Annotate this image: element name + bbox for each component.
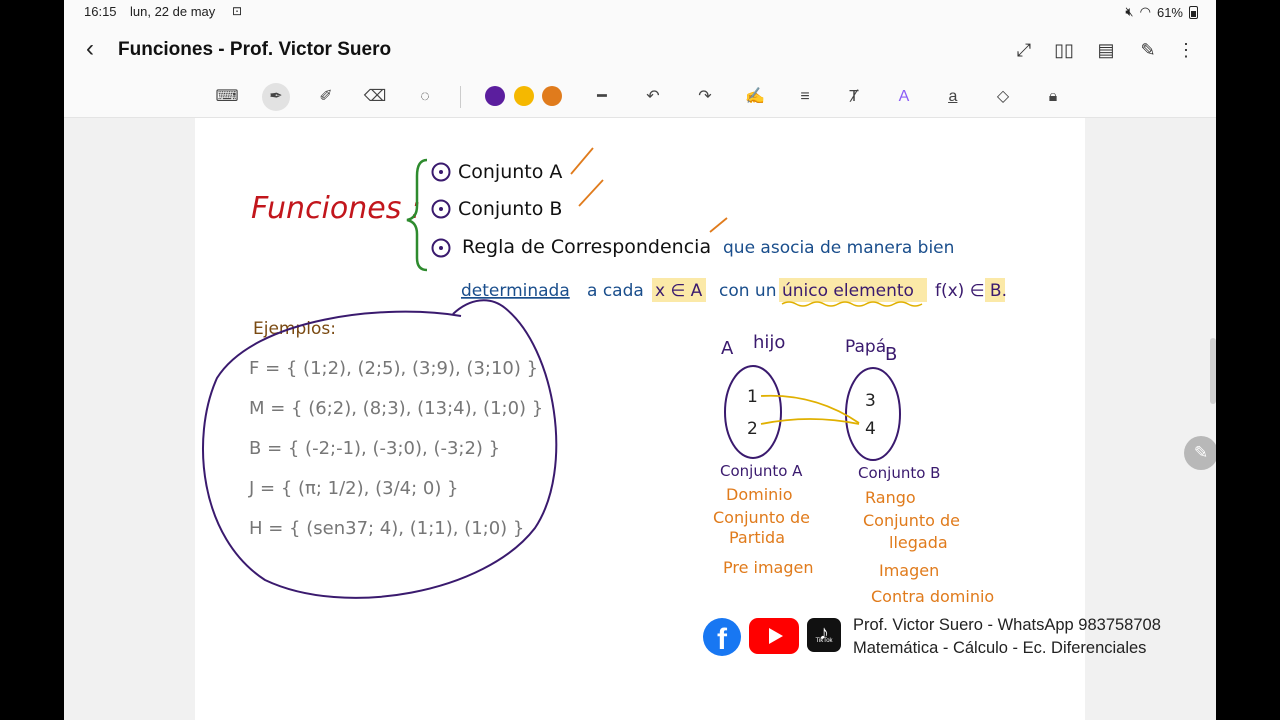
expand-icon[interactable]: ⤢ <box>1012 38 1036 62</box>
text-align-icon[interactable]: ≡ <box>791 83 819 111</box>
check-mark-3 <box>709 217 728 233</box>
more-options-icon[interactable]: ⋮ <box>1174 38 1198 62</box>
example-m: M = { (6;2), (8;3), (13;4), (1;0) } <box>249 398 543 419</box>
set-a-term-pre-imagen: Pre imagen <box>723 558 814 577</box>
set-a-term-conjunto-de: Conjunto de <box>713 508 810 527</box>
mute-icon: 🔇︎ <box>1125 4 1134 19</box>
pen-color-yellow[interactable] <box>514 86 534 106</box>
stroke-width-icon[interactable]: ━ <box>588 83 616 111</box>
footer-line-1: Prof. Victor Suero - WhatsApp 983758708 <box>853 616 1161 634</box>
definition-fx-in-b: f(x) ∈ B. <box>935 281 1007 301</box>
set-b-letter: B <box>885 344 897 365</box>
text-style-icon[interactable]: A <box>890 83 918 111</box>
set-a-letter: A <box>721 338 734 359</box>
arrow-2-to-4 <box>760 418 860 425</box>
set-b-term-contra-dominio: Contra dominio <box>871 587 994 606</box>
eraser-icon[interactable]: ⌫ <box>361 83 389 111</box>
set-a-term-partida: Partida <box>729 528 785 547</box>
video-letterbox-right <box>1216 0 1280 720</box>
definition-line-1: que asocia de manera bien <box>723 238 954 258</box>
bullet-dot-1 <box>439 170 443 174</box>
status-bar: 16:15 lun, 22 de may ⊡ 🔇︎ ◠ 61% <box>64 0 1216 24</box>
definition-con-un: con un <box>719 281 776 301</box>
battery-level: 61% <box>1156 4 1183 20</box>
definition-determinada: determinada <box>461 281 570 301</box>
attach-icon[interactable]: ✎ <box>1136 38 1160 62</box>
edit-pen-icon[interactable]: ✎ <box>1184 436 1216 470</box>
undo-icon[interactable]: ↶ <box>639 83 667 111</box>
set-a-tag: hijo <box>753 332 785 353</box>
check-mark-2 <box>578 179 604 207</box>
pen-color-orange[interactable] <box>542 86 562 106</box>
set-a-element-1: 1 <box>747 387 758 407</box>
title-bar: ‹ Funciones - Prof. Victor Suero ⤢ ▯▯ ▤ … <box>64 24 1216 76</box>
heading-funciones: Funciones : <box>251 191 421 226</box>
definition-unico-elemento: único elemento <box>782 281 914 301</box>
text-format-icon[interactable]: a̲ <box>939 83 967 111</box>
component-list: Conjunto A Conjunto B Regla de Correspon… <box>431 161 711 258</box>
examples-title: Ejemplos: <box>253 319 336 339</box>
pen-settings-icon[interactable]: ✍ <box>741 83 769 111</box>
handwriting-to-text-icon[interactable]: Ⱦ <box>840 83 868 111</box>
component-conjunto-b: Conjunto B <box>458 198 562 220</box>
page-layout-icon[interactable]: ▤ <box>1094 38 1118 62</box>
book-view-icon[interactable]: ▯▯ <box>1052 38 1076 62</box>
set-b-term-conjunto-de: Conjunto de <box>863 511 960 530</box>
check-mark-1 <box>570 147 594 175</box>
definition-line-2: determinada a cada x ∈ A con un único el… <box>461 278 1007 307</box>
status-date: lun, 22 de may <box>130 4 216 19</box>
bullet-dot-3 <box>439 246 443 250</box>
set-a-element-2: 2 <box>747 419 758 439</box>
redo-icon[interactable]: ↷ <box>691 83 719 111</box>
lasso-select-icon[interactable]: ◌ <box>411 83 439 111</box>
battery-icon <box>1189 5 1198 19</box>
set-a-term-dominio: Dominio <box>726 485 793 504</box>
side-panel-handle[interactable] <box>1210 338 1216 404</box>
toolbar-separator <box>460 86 461 108</box>
set-b-tag: Papá <box>845 337 886 357</box>
set-b-ellipse <box>845 367 901 461</box>
set-a-name: Conjunto A <box>720 462 803 480</box>
footer-line-2: Matemática - Cálculo - Ec. Diferenciales <box>853 639 1147 657</box>
bullet-dot-2 <box>439 207 443 211</box>
mapping-diagram: A hijo Papá B 1 2 3 4 Conjunto A Dominio… <box>713 332 994 606</box>
tiktok-label: TikTok <box>815 638 833 644</box>
example-b: B = { (-2;-1), (-3;0), (-3;2) } <box>249 438 500 459</box>
tiktok-icon: ♪ TikTok <box>807 618 841 652</box>
drawing-toolbar: ⌨ ✒ ✐ ⌫ ◌ ━ ↶ ↷ ✍ ≡ Ⱦ A a̲ ◇ 🔒︎ <box>64 76 1216 118</box>
pen-tool-icon[interactable]: ✒ <box>262 83 290 111</box>
read-only-lock-icon[interactable]: 🔒︎ <box>1039 83 1067 111</box>
definition-a-cada: a cada <box>587 281 644 301</box>
youtube-icon <box>749 618 799 654</box>
definition-x-in-a: x ∈ A <box>655 281 703 301</box>
note-title: Funciones - Prof. Victor Suero <box>118 39 392 60</box>
set-b-term-llegada: llegada <box>889 533 948 552</box>
pen-color-purple[interactable] <box>485 86 505 106</box>
example-h: H = { (sen37; 4), (1;1), (1;0) } <box>249 518 524 539</box>
set-b-element-3: 3 <box>865 391 876 411</box>
back-arrow-icon[interactable]: ‹ <box>86 36 94 62</box>
video-letterbox-left <box>0 0 64 720</box>
tablet-screen: 16:15 lun, 22 de may ⊡ 🔇︎ ◠ 61% ‹ Funcio… <box>64 0 1216 720</box>
wavy-underline <box>781 301 923 307</box>
highlighter-icon[interactable]: ✐ <box>312 83 340 111</box>
status-time: 16:15 <box>84 4 117 19</box>
set-a-ellipse <box>724 365 782 459</box>
set-b-term-imagen: Imagen <box>879 561 939 580</box>
keyboard-icon[interactable]: ⌨ <box>213 83 241 111</box>
wifi-icon: ◠ <box>1139 4 1151 19</box>
facebook-icon: f <box>703 618 741 656</box>
example-j: J = { (π; 1/2), (3/4; 0) } <box>248 478 459 499</box>
status-right: 🔇︎ ◠ 61% <box>1125 4 1198 20</box>
note-page[interactable]: Funciones : Conjunto A Conjunto B Regla … <box>195 118 1161 720</box>
set-b-name: Conjunto B <box>858 464 940 482</box>
screenshot-icon: ⊡ <box>232 4 243 18</box>
shapes-icon[interactable]: ◇ <box>989 83 1017 111</box>
component-conjunto-a: Conjunto A <box>458 161 562 183</box>
examples-list: F = { (1;2), (2;5), (3;9), (3;10) } M = … <box>248 358 543 539</box>
set-b-term-rango: Rango <box>865 488 916 507</box>
example-f: F = { (1;2), (2;5), (3;9), (3;10) } <box>249 358 538 379</box>
set-b-element-4: 4 <box>865 419 876 439</box>
component-regla: Regla de Correspondencia <box>462 236 711 258</box>
